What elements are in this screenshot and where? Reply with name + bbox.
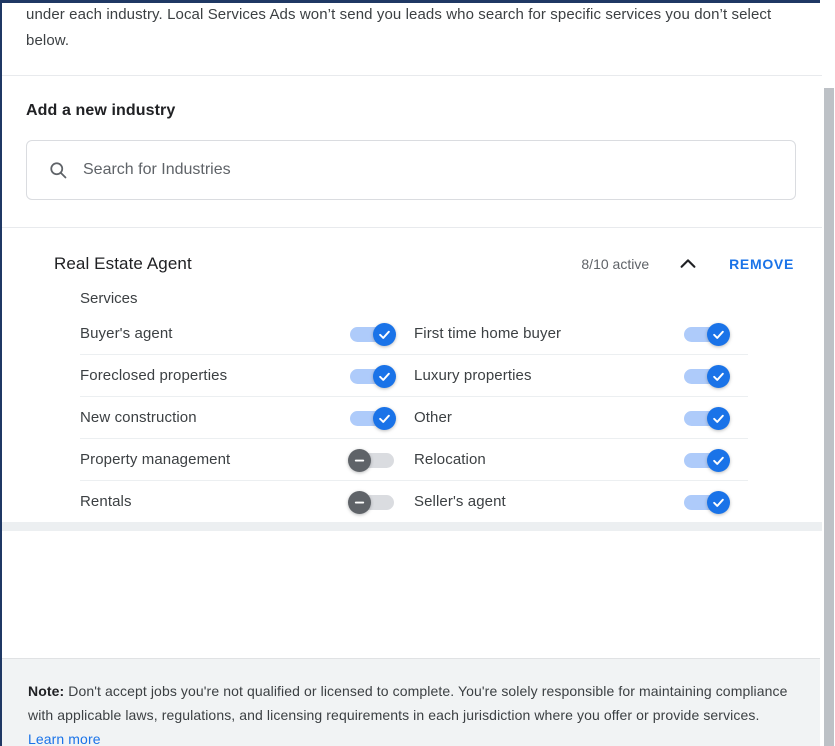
- toggle-thumb: [348, 490, 371, 514]
- add-industry-section: Add a new industry: [0, 76, 822, 228]
- service-name: Buyer's agent: [80, 325, 173, 342]
- table-row: New construction Other: [80, 396, 748, 438]
- service-cell: Luxury properties: [414, 355, 748, 396]
- search-input[interactable]: [83, 161, 775, 179]
- service-toggle-on[interactable]: [348, 364, 396, 388]
- toggle-thumb: [373, 364, 396, 388]
- service-name: Property management: [80, 451, 231, 468]
- intro-section: under each industry. Local Services Ads …: [0, 0, 822, 76]
- vertical-scrollbar-track[interactable]: [822, 0, 835, 746]
- toggle-thumb: [707, 490, 730, 514]
- service-name: First time home buyer: [414, 325, 562, 342]
- table-row: Rentals Seller's agent: [80, 480, 748, 522]
- service-toggle-on[interactable]: [682, 490, 730, 514]
- service-cell: Other: [414, 397, 748, 438]
- service-cell: Buyer's agent: [80, 313, 414, 354]
- table-row: Buyer's agent First time home buyer: [80, 313, 748, 354]
- note-text: Note: Don't accept jobs you're not quali…: [28, 679, 794, 746]
- chevron-up-icon[interactable]: [675, 251, 701, 277]
- service-toggle-off[interactable]: [348, 490, 396, 514]
- industry-header: Real Estate Agent 8/10 active REMOVE: [0, 228, 822, 280]
- vertical-scrollbar-thumb[interactable]: [824, 88, 834, 746]
- service-toggle-on[interactable]: [682, 406, 730, 430]
- service-toggle-on[interactable]: [348, 406, 396, 430]
- toggle-thumb: [707, 322, 730, 346]
- toggle-thumb: [707, 364, 730, 388]
- service-cell: First time home buyer: [414, 313, 748, 354]
- toggle-thumb: [373, 322, 396, 346]
- service-toggle-on[interactable]: [682, 448, 730, 472]
- active-services-count: 8/10 active: [581, 256, 650, 272]
- service-cell: Foreclosed properties: [80, 355, 414, 396]
- service-name: Seller's agent: [414, 493, 506, 510]
- table-row: Foreclosed properties Luxury properties: [80, 354, 748, 396]
- search-icon: [47, 159, 69, 181]
- service-name: Foreclosed properties: [80, 367, 228, 384]
- service-toggle-on[interactable]: [682, 364, 730, 388]
- add-industry-heading: Add a new industry: [26, 102, 176, 119]
- service-cell: New construction: [80, 397, 414, 438]
- toggle-thumb: [373, 406, 396, 430]
- service-name: Other: [414, 409, 453, 426]
- service-name: Relocation: [414, 451, 486, 468]
- service-toggle-on[interactable]: [682, 322, 730, 346]
- note-footer: Note: Don't accept jobs you're not quali…: [2, 658, 820, 746]
- intro-paragraph: under each industry. Local Services Ads …: [26, 6, 772, 49]
- services-grid: Buyer's agent First time home buyer Forecl…: [0, 313, 822, 522]
- service-name: Rentals: [80, 493, 132, 510]
- service-name: New construction: [80, 409, 197, 426]
- services-section-label: Services: [80, 290, 138, 307]
- note-label: Note:: [28, 683, 65, 699]
- note-body: Don't accept jobs you're not qualified o…: [28, 683, 788, 723]
- industry-card-real-estate-agent: Real Estate Agent 8/10 active REMOVE Ser…: [0, 228, 822, 531]
- toggle-thumb: [348, 448, 371, 472]
- service-cell: Seller's agent: [414, 481, 748, 522]
- toggle-thumb: [707, 448, 730, 472]
- toggle-thumb: [707, 406, 730, 430]
- service-cell: Rentals: [80, 481, 414, 522]
- table-row: Property management Relocation: [80, 438, 748, 480]
- industry-title: Real Estate Agent: [54, 254, 192, 273]
- service-toggle-on[interactable]: [348, 322, 396, 346]
- service-cell: Property management: [80, 439, 414, 480]
- learn-more-link[interactable]: Learn more: [28, 731, 101, 746]
- empty-space: [0, 531, 822, 677]
- service-cell: Relocation: [414, 439, 748, 480]
- service-name: Luxury properties: [414, 367, 532, 384]
- scrollable-content-viewport[interactable]: under each industry. Local Services Ads …: [0, 0, 822, 746]
- service-toggle-off[interactable]: [348, 448, 396, 472]
- remove-industry-button[interactable]: REMOVE: [727, 252, 796, 276]
- industry-search-box[interactable]: [26, 140, 796, 200]
